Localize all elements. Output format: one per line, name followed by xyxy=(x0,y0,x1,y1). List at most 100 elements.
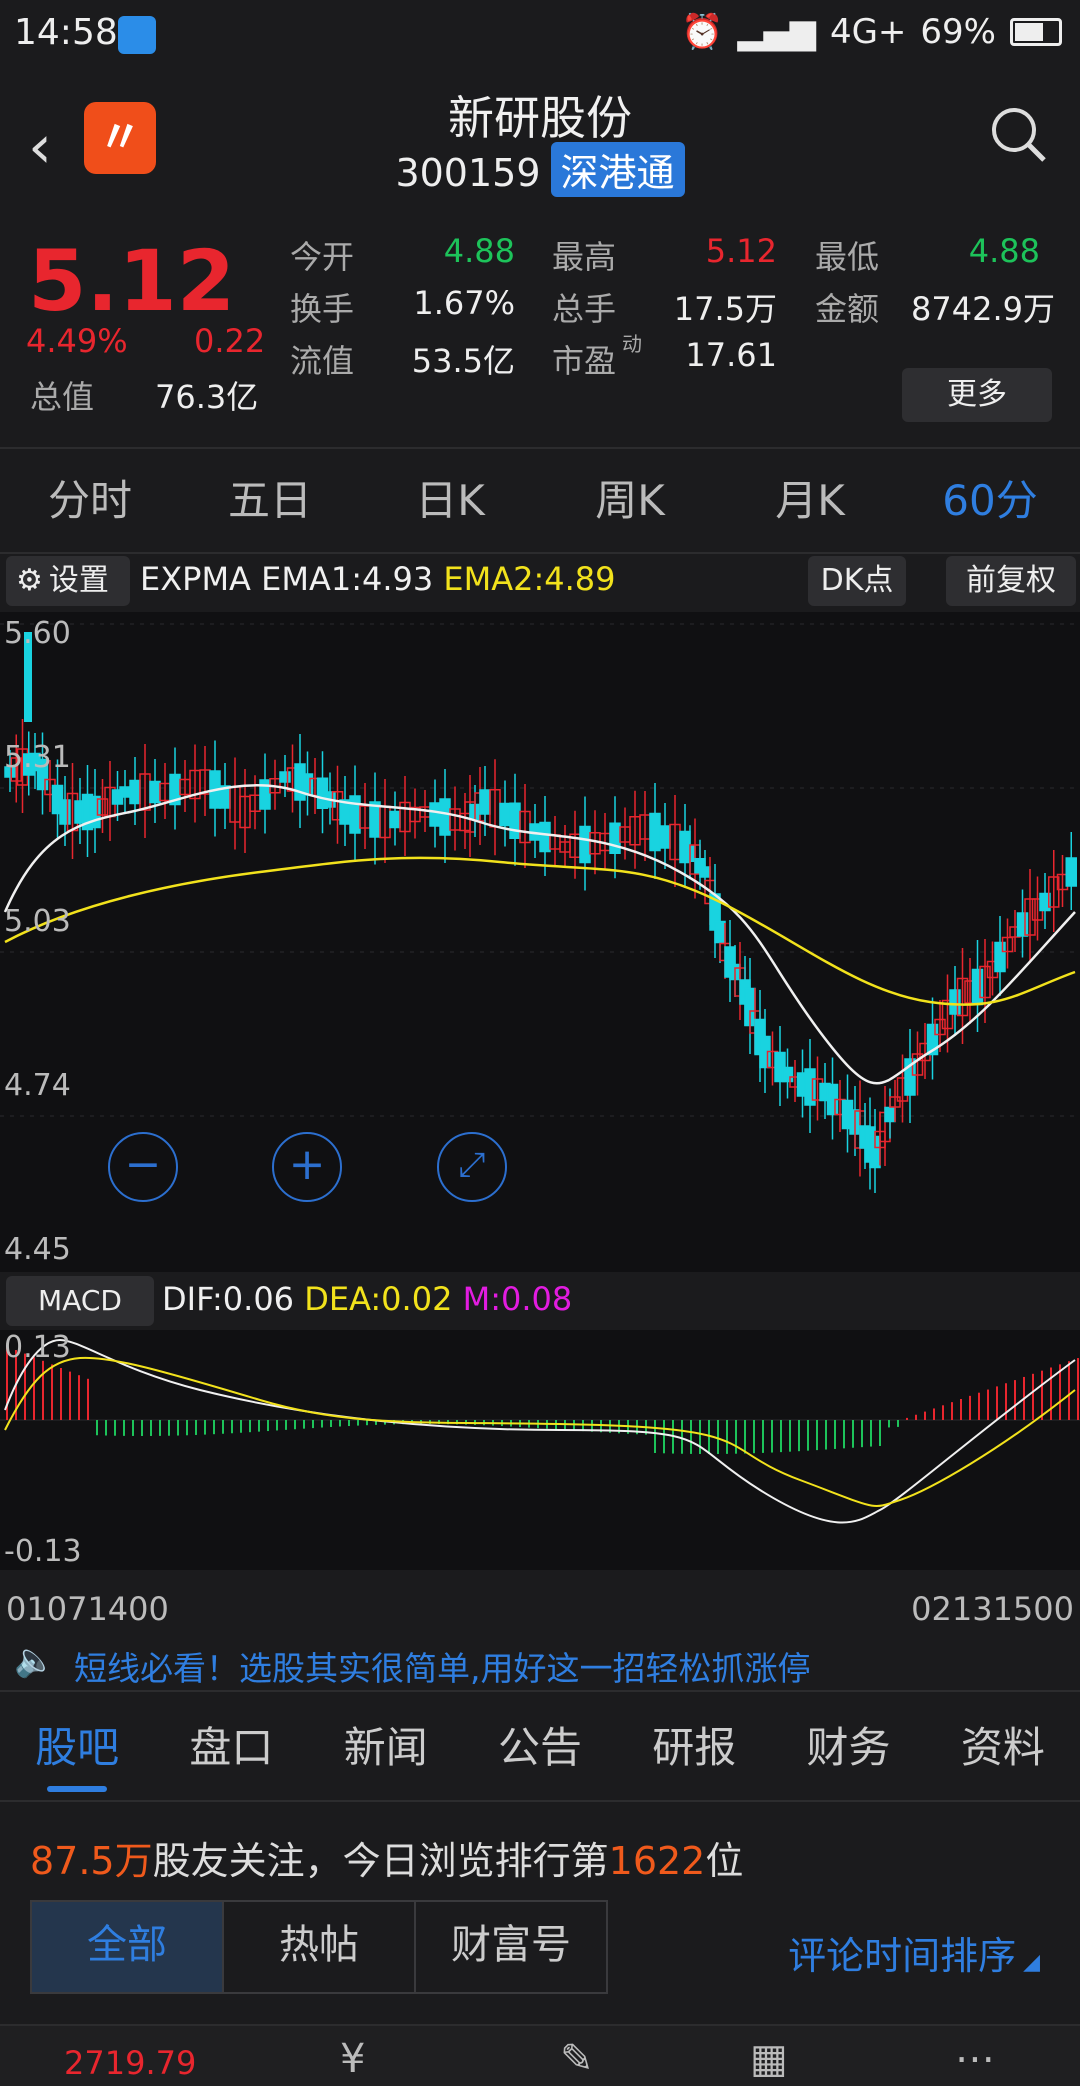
sort-link[interactable]: 评论时间排序 ◢ xyxy=(788,1925,1040,1980)
macd-bar xyxy=(1005,1383,1007,1420)
sort-label[interactable]: 评论时间排序 xyxy=(788,1934,1016,1978)
content-tab[interactable]: 股吧 xyxy=(0,1700,154,1800)
fullscreen-icon[interactable]: ⤢ xyxy=(437,1132,507,1202)
macd-bar xyxy=(978,1392,980,1420)
macd-chart[interactable]: 0.13 -0.13 xyxy=(0,1330,1080,1570)
macd-bar xyxy=(141,1420,143,1436)
follow-info: 87.5万股友关注，今日浏览排行第1622位 xyxy=(30,1830,743,1885)
macd-bar xyxy=(249,1420,251,1433)
candle-body xyxy=(59,799,71,825)
ad-text[interactable]: 短线必看！选股其实很简单,用好这一招轻松抓涨停 xyxy=(74,1642,811,1690)
filter-tab[interactable]: 财富号 xyxy=(416,1902,606,1992)
quote-cell-value: 1.67% xyxy=(413,284,515,322)
gear-icon: ⚙ xyxy=(16,563,43,598)
macd-bar xyxy=(744,1420,746,1454)
macd-bar xyxy=(888,1420,890,1428)
dif-value: DIF:0.06 xyxy=(162,1280,295,1318)
period-tab[interactable]: 日K xyxy=(360,449,540,552)
macd-button[interactable]: MACD xyxy=(6,1276,154,1326)
macd-bar xyxy=(726,1420,728,1454)
quote-cell-value: 17.5万 xyxy=(673,290,777,328)
period-tab[interactable]: 五日 xyxy=(180,449,360,552)
macd-bar xyxy=(222,1420,224,1434)
quote-cell-value: 4.88 xyxy=(968,232,1040,270)
stock-name: 新研股份 xyxy=(448,91,632,145)
macd-bar xyxy=(753,1420,755,1454)
candle-body xyxy=(499,802,511,827)
macd-bar xyxy=(303,1420,305,1429)
content-tab[interactable]: 新闻 xyxy=(309,1700,463,1800)
period-tab[interactable]: 月K xyxy=(720,449,900,552)
macd-bar xyxy=(789,1420,791,1452)
macd-svg xyxy=(0,1338,1080,1524)
quote-cell-value: 53.5亿 xyxy=(411,342,515,380)
content-tab[interactable]: 盘口 xyxy=(154,1700,308,1800)
bottom-tabs: 股吧 盘口 新闻 公告 研报 财务 资料 xyxy=(0,1700,1080,1802)
content-tab[interactable]: 资料 xyxy=(926,1700,1080,1800)
period-tab[interactable]: 分时 xyxy=(0,449,180,552)
status-time: 14:58 xyxy=(14,12,118,53)
adjust-button[interactable]: 前复权 xyxy=(946,556,1076,606)
filter-tab[interactable]: 热帖 xyxy=(224,1902,416,1992)
macd-bar xyxy=(717,1420,719,1454)
indicator-bar: ⚙ 设置 EXPMA EMA1:4.93 EMA2:4.89 DK点 前复权 xyxy=(0,552,1080,610)
macd-bar xyxy=(834,1420,836,1449)
status-bar: 14:58 ⏰ ▂▄▆ 4G+ 69% xyxy=(0,0,1080,72)
ad-banner[interactable]: 🔈 短线必看！选股其实很简单,用好这一招轻松抓涨停 xyxy=(0,1638,1080,1692)
macd-bar xyxy=(735,1420,737,1454)
kline-chart[interactable]: 5.60 5.31 5.03 4.74 4.45 − + ⤢ xyxy=(0,612,1080,1281)
zoom-in-icon[interactable]: + xyxy=(272,1132,342,1202)
macd-bar xyxy=(960,1399,962,1420)
macd-bar xyxy=(357,1420,359,1426)
macd-bar xyxy=(996,1386,998,1420)
macd-bar xyxy=(348,1420,350,1427)
macd-bar xyxy=(663,1420,665,1454)
candle-body xyxy=(301,773,314,796)
macd-bar xyxy=(762,1420,764,1453)
macd-bar xyxy=(150,1420,152,1436)
change-value: 0.22 xyxy=(194,322,266,360)
content-tab[interactable]: 公告 xyxy=(463,1700,617,1800)
settings-button[interactable]: ⚙ 设置 xyxy=(6,556,130,606)
y-axis-label: 4.74 xyxy=(4,1068,71,1103)
macd-bar xyxy=(969,1395,971,1420)
quote-cell-label: 总手 xyxy=(552,290,617,328)
macd-bar xyxy=(114,1420,116,1436)
grid-icon[interactable]: ▦ xyxy=(750,2036,788,2082)
connect-badge[interactable]: 深港通 xyxy=(550,142,685,197)
macd-bar: MACD DIF:0.06 DEA:0.02 M:0.08 xyxy=(0,1272,1080,1330)
settings-label: 设置 xyxy=(48,563,109,598)
dk-button[interactable]: DK点 xyxy=(808,556,906,606)
bottom-nav: 2719.79 ¥ ✎ ▦ ⋯ xyxy=(0,2024,1080,2086)
macd-bar xyxy=(861,1420,863,1448)
zoom-out-icon[interactable]: − xyxy=(108,1132,178,1202)
period-tab[interactable]: 60分 xyxy=(900,449,1080,552)
y-axis-label: 5.03 xyxy=(4,904,71,939)
quote-cell-value: 8742.9万 xyxy=(911,290,1055,328)
follow-count: 87.5万 xyxy=(30,1839,153,1883)
content-tab[interactable]: 研报 xyxy=(617,1700,771,1800)
content-tab[interactable]: 财务 xyxy=(771,1700,925,1800)
index-value[interactable]: 2719.79 xyxy=(64,2044,196,2082)
macd-bar xyxy=(1050,1367,1052,1420)
y-axis-label: 5.60 xyxy=(4,616,71,651)
macd-bar xyxy=(231,1420,233,1434)
yen-icon[interactable]: ¥ xyxy=(340,2036,365,2082)
search-icon[interactable] xyxy=(988,104,1048,164)
x-end-label: 02131500 xyxy=(911,1590,1074,1628)
macd-bar xyxy=(708,1420,710,1454)
macd-bar xyxy=(654,1420,656,1453)
period-tab[interactable]: 周K xyxy=(540,449,720,552)
more-button[interactable]: 更多 xyxy=(902,368,1052,422)
dea-value: DEA:0.02 xyxy=(304,1280,453,1318)
follow-text-end: 位 xyxy=(705,1839,744,1883)
more-icon[interactable]: ⋯ xyxy=(955,2036,995,2082)
candle-body xyxy=(349,795,361,834)
rank-value: 1622 xyxy=(608,1839,706,1883)
filter-tab[interactable]: 全部 xyxy=(32,1902,224,1992)
macd-bar xyxy=(51,1364,53,1420)
candle-body xyxy=(699,866,711,878)
macd-bar xyxy=(1032,1373,1034,1420)
edit-icon[interactable]: ✎ xyxy=(560,2036,594,2082)
macd-bar xyxy=(933,1408,935,1420)
